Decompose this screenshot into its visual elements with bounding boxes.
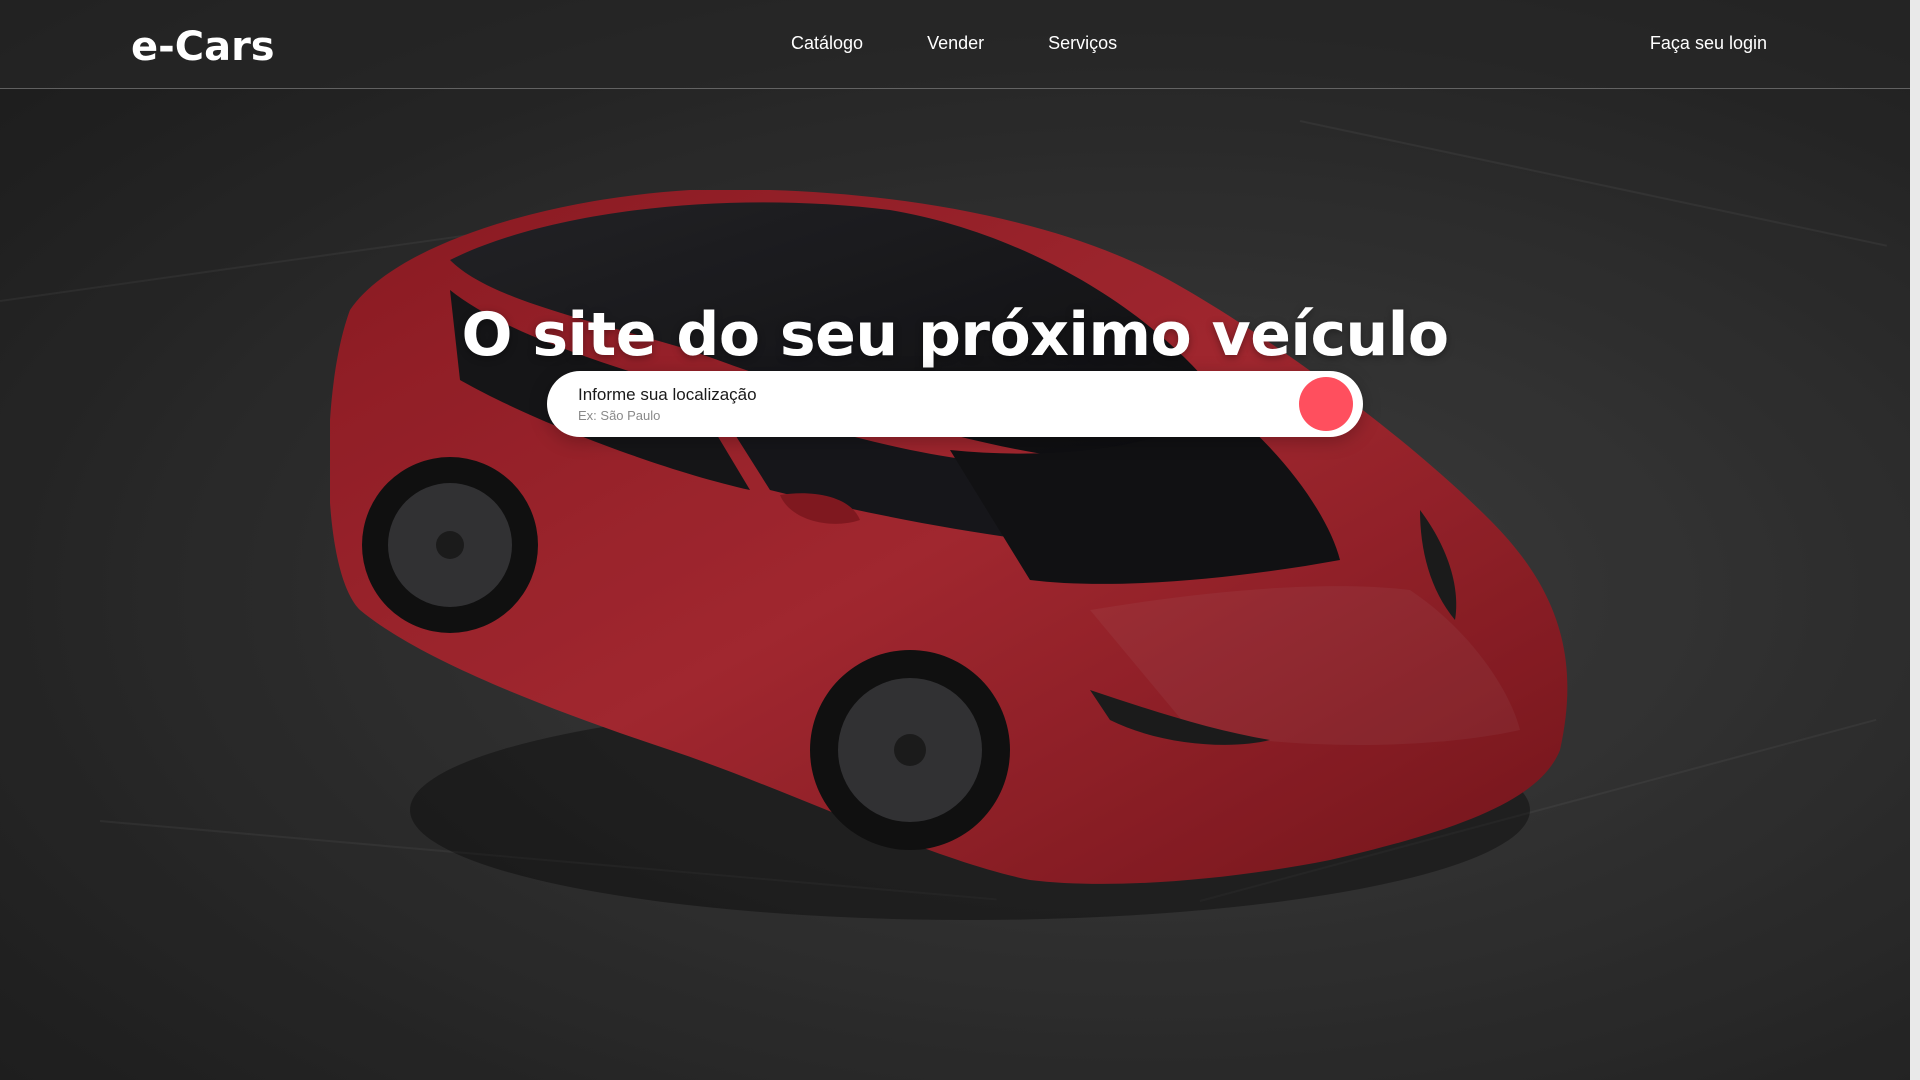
- nav-links: Catálogo Vender Serviços: [791, 33, 1117, 54]
- scrollbar[interactable]: [1910, 0, 1920, 1080]
- location-search-bar: Informe sua localização: [547, 371, 1363, 437]
- hero-overlay: [0, 0, 1910, 1080]
- location-input[interactable]: [578, 408, 1258, 423]
- nav-link-servicos[interactable]: Serviços: [1048, 33, 1117, 54]
- hero-section: [0, 0, 1910, 1080]
- login-link[interactable]: Faça seu login: [1650, 33, 1767, 54]
- location-label: Informe sua localização: [578, 385, 757, 404]
- hero-headline: O site do seu próximo veículo: [461, 300, 1449, 371]
- nav-link-catalogo[interactable]: Catálogo: [791, 33, 863, 54]
- site-logo[interactable]: e-Cars: [131, 24, 275, 70]
- navbar: e-Cars Catálogo Vender Serviços Faça seu…: [0, 0, 1910, 89]
- nav-link-vender[interactable]: Vender: [927, 33, 984, 54]
- search-button[interactable]: [1299, 377, 1353, 431]
